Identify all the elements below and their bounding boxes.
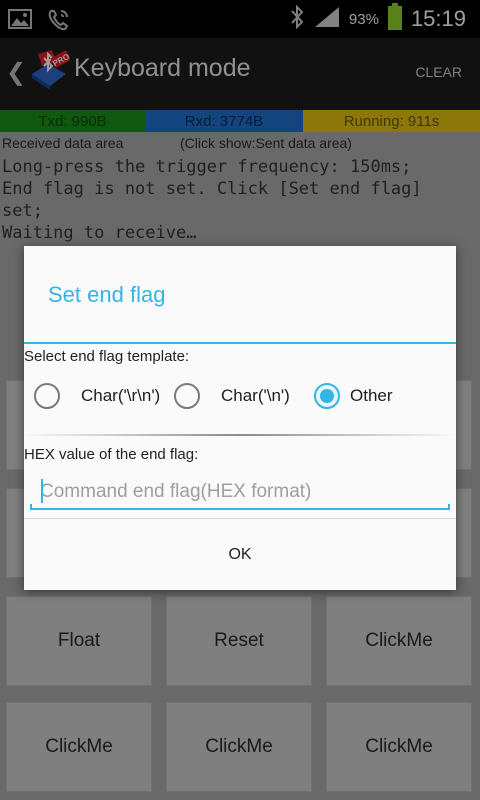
radio-lf[interactable] [174, 383, 200, 409]
section-divider [24, 434, 456, 436]
radio-crlf[interactable] [34, 383, 60, 409]
hex-label: HEX value of the end flag: [24, 446, 199, 463]
dialog-title-divider [24, 342, 456, 344]
radio-other-label[interactable]: Other [350, 386, 393, 406]
text-caret [41, 479, 43, 503]
ok-button[interactable]: OK [24, 519, 456, 590]
dialog-title: Set end flag [48, 282, 166, 307]
end-flag-radio-group: Char('\r\n') Char('\n') Other [34, 380, 454, 414]
template-label: Select end flag template: [24, 348, 190, 365]
radio-crlf-label[interactable]: Char('\r\n') [81, 386, 160, 406]
hex-end-flag-input[interactable] [30, 474, 450, 510]
radio-other[interactable] [314, 383, 340, 409]
radio-lf-label[interactable]: Char('\n') [221, 386, 290, 406]
set-end-flag-dialog: Set end flag Select end flag template: C… [24, 246, 456, 590]
hex-input-underline [30, 504, 450, 510]
